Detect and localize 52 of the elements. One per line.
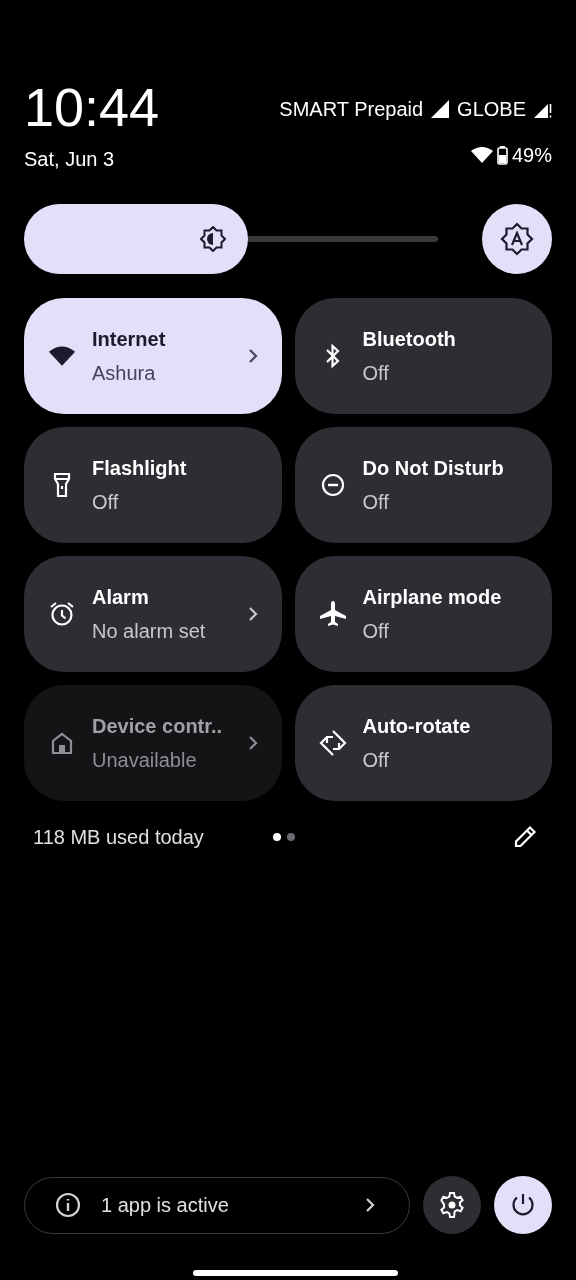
quick-settings-tile[interactable]: Flashlight Off	[24, 427, 282, 543]
wifi-icon	[470, 147, 493, 163]
tile-title: Airplane mode	[362, 585, 503, 610]
tile-status: Ashura	[92, 361, 157, 386]
chevron-icon	[247, 735, 258, 751]
chevron-icon	[247, 606, 258, 622]
tile-status: No alarm set	[92, 619, 207, 644]
tile-status: Off	[362, 361, 390, 386]
quick-settings-tile[interactable]: Airplane mode Off	[294, 556, 552, 672]
tile-status: Off	[92, 490, 120, 515]
bluetooth-icon	[324, 343, 341, 369]
airplane-icon	[318, 600, 347, 628]
tile-title: Bluetooth	[362, 327, 457, 352]
tile-status: Off	[362, 490, 390, 515]
signal-icon	[431, 100, 450, 118]
tile-title: Flashlight	[92, 456, 188, 481]
info-icon	[55, 1192, 81, 1218]
tile-title: Auto-rotate	[362, 714, 472, 739]
edit-icon[interactable]	[513, 825, 537, 849]
power-button[interactable]	[494, 1176, 552, 1234]
quick-settings-tile[interactable]: Do Not Disturb Off	[294, 427, 552, 543]
battery-percent: 49%	[511, 143, 552, 168]
tile-status: Off	[362, 748, 390, 773]
rotate-icon	[318, 729, 347, 757]
alarm-clock-icon	[49, 601, 75, 627]
power-icon	[511, 1193, 535, 1217]
tile-title: Alarm	[92, 585, 150, 610]
wifi-icon	[48, 344, 76, 368]
tile-title: Device contr..	[92, 714, 224, 739]
tile-status: Off	[362, 619, 390, 644]
quick-settings-tile[interactable]: Bluetooth Off	[294, 298, 552, 414]
date-text: Sat, Jun 3	[24, 147, 116, 172]
auto-brightness-icon	[500, 222, 534, 256]
battery-icon	[496, 145, 508, 165]
clock-time: 10:44	[24, 78, 160, 136]
chevron-icon	[247, 348, 258, 364]
minus-circle-icon	[320, 473, 345, 497]
tile-title: Do Not Disturb	[362, 456, 505, 481]
data-usage-text: 118 MB used today	[33, 825, 205, 850]
home-icon	[50, 731, 74, 755]
carrier-name: GLOBE	[457, 97, 526, 122]
quick-settings-tile[interactable]: Alarm No alarm set	[24, 556, 282, 672]
carrier-name: SMART Prepaid	[279, 97, 424, 122]
quick-settings-tile[interactable]: Auto-rotate Off	[294, 685, 552, 801]
flashlight-icon	[53, 472, 71, 498]
chevron-icon	[365, 1197, 375, 1213]
tile-status: Unavailable	[92, 748, 198, 773]
quick-settings-tile[interactable]: Internet Ashura	[24, 298, 282, 414]
brightness-icon	[199, 226, 226, 252]
settings-icon	[439, 1192, 465, 1218]
tile-title: Internet	[92, 327, 167, 352]
brightness-slider[interactable]	[24, 204, 438, 274]
